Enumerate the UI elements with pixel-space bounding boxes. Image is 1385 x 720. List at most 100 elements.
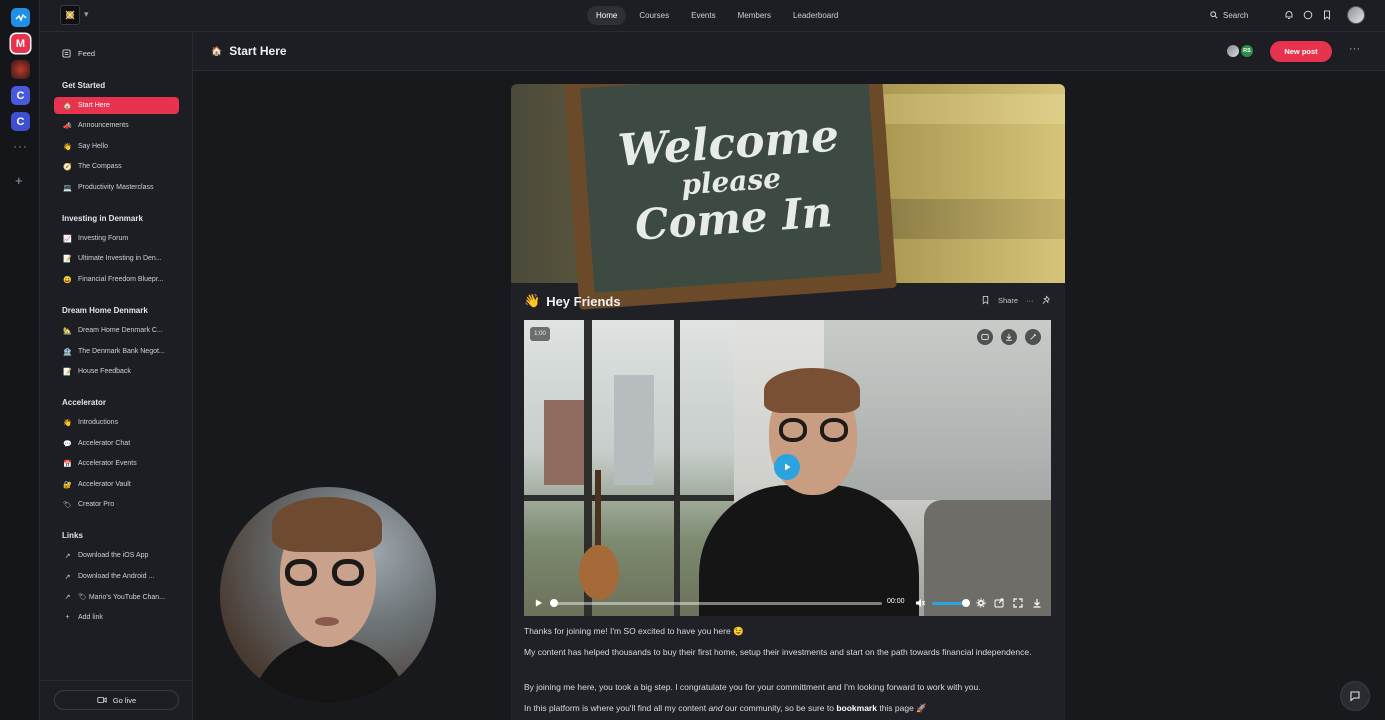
video-scene-guitar bbox=[579, 545, 619, 600]
rail-community-m[interactable]: M bbox=[11, 34, 30, 53]
bookmark-icon[interactable] bbox=[981, 295, 990, 305]
sidebar-item-the-compass[interactable]: 🧭 The Compass bbox=[54, 158, 179, 175]
rail-community-c1[interactable]: C bbox=[11, 86, 30, 105]
play-icon[interactable] bbox=[532, 597, 544, 609]
settings-gear-icon[interactable] bbox=[975, 597, 987, 609]
play-button[interactable] bbox=[774, 454, 800, 480]
sidebar-item-creator-pro[interactable]: 🏷 Creator Pro bbox=[54, 496, 179, 513]
sidebar-section-title[interactable]: Investing in Denmark bbox=[62, 214, 143, 223]
user-avatar[interactable] bbox=[1347, 6, 1365, 24]
post-card: Welcome please Come In 👋 Hey Friends Sha… bbox=[511, 84, 1065, 720]
rail-community-c2[interactable]: C bbox=[11, 112, 30, 131]
megaphone-icon: 📣 bbox=[63, 122, 72, 130]
nav-tab-leaderboard[interactable]: Leaderboard bbox=[784, 6, 847, 25]
bookmark-icon[interactable] bbox=[1321, 9, 1333, 21]
post-actions: Share ··· bbox=[981, 295, 1051, 305]
external-link-icon: ↗ bbox=[64, 552, 71, 560]
sidebar-item-bank-negotiation[interactable]: 🏦 The Denmark Bank Negot... bbox=[54, 343, 179, 360]
webcam-overlay[interactable] bbox=[220, 487, 436, 703]
chat-bubble-icon[interactable] bbox=[1302, 9, 1314, 21]
sidebar-item-productivity-masterclass[interactable]: 💻 Productivity Masterclass bbox=[54, 179, 179, 196]
space-logo-icon[interactable] bbox=[11, 60, 30, 79]
memo-icon: 📝 bbox=[63, 255, 72, 263]
sidebar-link-android-app[interactable]: ↗ Download the Android ... bbox=[54, 568, 179, 585]
more-communities-icon[interactable]: ··· bbox=[13, 139, 28, 153]
video-player[interactable]: 1:00 00:00 bbox=[524, 320, 1051, 616]
sidebar-item-investing-forum[interactable]: 📈 Investing Forum bbox=[54, 230, 179, 247]
sidebar-link-ios-app[interactable]: ↗ Download the iOS App bbox=[54, 547, 179, 564]
sidebar-item-label: Financial Freedom Bluepr... bbox=[78, 276, 164, 283]
sidebar-section-title[interactable]: Accelerator bbox=[62, 398, 106, 407]
post-text-italic: and bbox=[708, 703, 723, 713]
bank-icon: 🏦 bbox=[63, 348, 72, 356]
video-top-actions bbox=[977, 329, 1041, 345]
sidebar-item-financial-freedom[interactable]: 😀 Financial Freedom Bluepr... bbox=[54, 271, 179, 288]
community-logo-icon[interactable] bbox=[11, 8, 30, 27]
sidebar-item-say-hello[interactable]: 👋 Say Hello bbox=[54, 138, 179, 155]
sidebar-item-accelerator-chat[interactable]: 💬 Accelerator Chat bbox=[54, 435, 179, 452]
more-options-icon[interactable]: ··· bbox=[1026, 296, 1034, 305]
nav-tab-home[interactable]: Home bbox=[587, 6, 627, 25]
more-options-icon[interactable]: ··· bbox=[1349, 43, 1360, 55]
thumbnail-icon[interactable] bbox=[977, 329, 993, 345]
post-paragraph: Thanks for joining me! I'm SO excited to… bbox=[524, 626, 744, 636]
member-avatar[interactable] bbox=[1226, 44, 1240, 58]
sidebar-item-accelerator-vault[interactable]: 🔐 Accelerator Vault bbox=[54, 476, 179, 493]
search-label: Search bbox=[1223, 10, 1249, 20]
fullscreen-icon[interactable] bbox=[1012, 597, 1024, 609]
bell-icon[interactable] bbox=[1283, 9, 1295, 21]
wave-icon: 👋 bbox=[524, 293, 541, 308]
video-person-glasses bbox=[779, 418, 807, 442]
external-link-icon: ↗ bbox=[64, 573, 71, 581]
sign-text: Come In bbox=[633, 186, 834, 250]
volume-slider[interactable] bbox=[932, 602, 966, 605]
rail-community-c1-label: C bbox=[16, 89, 25, 102]
sidebar-section-title[interactable]: Links bbox=[62, 531, 83, 540]
sidebar-section-title[interactable]: Get Started bbox=[62, 81, 105, 90]
sidebar-link-youtube[interactable]: ↗ 🏷 Mario's YouTube Chan... bbox=[54, 588, 179, 605]
download-icon[interactable] bbox=[1031, 597, 1043, 609]
sidebar-item-dream-home[interactable]: 🏡 Dream Home Denmark C... bbox=[54, 322, 179, 339]
sidebar-item-introductions[interactable]: 👋 Introductions bbox=[54, 414, 179, 431]
top-bar: ▾ Home Courses Events Members Leaderboar… bbox=[40, 0, 1385, 32]
chevron-down-icon[interactable]: ▾ bbox=[84, 9, 89, 20]
sidebar-item-label: 🏷 Mario's YouTube Chan... bbox=[78, 593, 166, 601]
sidebar-item-house-feedback[interactable]: 📝 House Feedback bbox=[54, 363, 179, 380]
webcam-person-mouth bbox=[315, 617, 339, 626]
member-avatar-initials[interactable]: RS bbox=[1240, 44, 1254, 58]
speech-bubble-icon: 💬 bbox=[63, 440, 72, 448]
sidebar-item-accelerator-events[interactable]: 📅 Accelerator Events bbox=[54, 455, 179, 472]
sidebar-item-label: The Denmark Bank Negot... bbox=[78, 348, 165, 355]
rail-community-c2-label: C bbox=[16, 115, 25, 128]
memo-icon: 📝 bbox=[63, 368, 72, 376]
video-progress-handle[interactable] bbox=[550, 599, 558, 607]
page-title-text: Start Here bbox=[229, 44, 287, 58]
nav-tab-members[interactable]: Members bbox=[729, 6, 780, 25]
sidebar-section-title[interactable]: Dream Home Denmark bbox=[62, 306, 148, 315]
nav-tab-events[interactable]: Events bbox=[682, 6, 724, 25]
go-live-button[interactable]: Go live bbox=[54, 690, 179, 710]
new-post-button[interactable]: New post bbox=[1270, 41, 1332, 62]
add-link-button[interactable]: + Add link bbox=[54, 609, 179, 626]
video-camera-icon bbox=[97, 697, 107, 703]
sidebar-item-announcements[interactable]: 📣 Announcements bbox=[54, 117, 179, 134]
nav-tab-courses[interactable]: Courses bbox=[630, 6, 678, 25]
search-button[interactable]: Search bbox=[1202, 6, 1270, 24]
pip-icon[interactable] bbox=[993, 597, 1005, 609]
volume-handle[interactable] bbox=[962, 599, 970, 607]
video-progress-bar[interactable] bbox=[552, 602, 882, 605]
sidebar-item-feed-label: Feed bbox=[78, 49, 96, 58]
volume-icon[interactable] bbox=[914, 597, 926, 609]
community-logo[interactable] bbox=[60, 5, 80, 25]
sidebar-item-start-here[interactable]: 🏠 Start Here bbox=[54, 97, 179, 114]
download-icon[interactable] bbox=[1001, 329, 1017, 345]
pin-icon[interactable] bbox=[1042, 295, 1051, 305]
sidebar-item-ultimate-investing[interactable]: 📝 Ultimate Investing in Den... bbox=[54, 250, 179, 267]
edit-icon[interactable] bbox=[1025, 329, 1041, 345]
sidebar-item-feed[interactable]: Feed bbox=[62, 49, 95, 58]
add-community-icon[interactable]: + bbox=[15, 173, 23, 188]
chat-launcher-button[interactable] bbox=[1340, 681, 1370, 711]
share-button[interactable]: Share bbox=[998, 296, 1018, 305]
external-link-icon: ↗ bbox=[64, 593, 71, 601]
post-paragraph: By joining me here, you took a big step.… bbox=[524, 682, 981, 692]
